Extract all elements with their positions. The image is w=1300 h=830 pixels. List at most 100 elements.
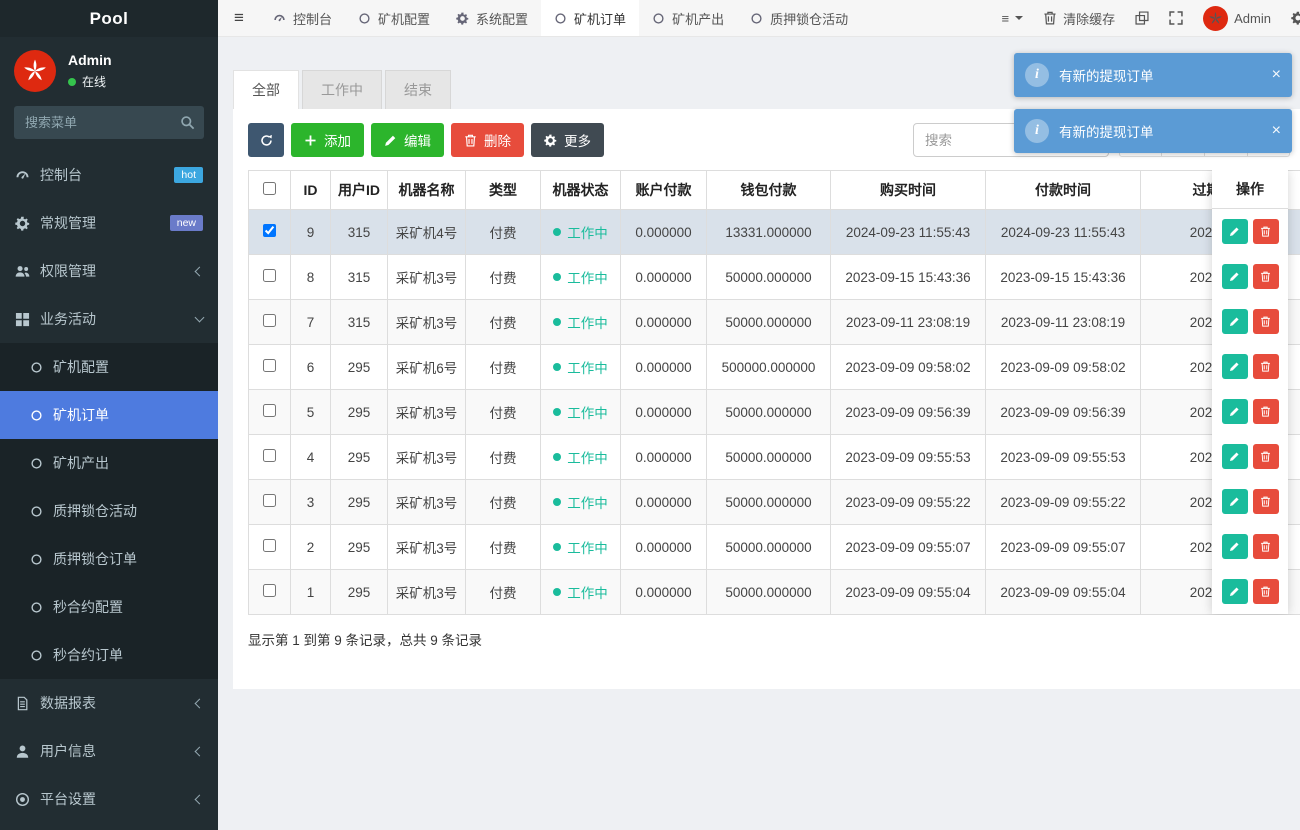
sidebar-subitem[interactable]: 质押锁仓活动 [0, 487, 218, 535]
row-delete-button[interactable] [1253, 399, 1279, 424]
cell-status: 工作中 [541, 480, 621, 525]
table-row[interactable]: 8315采矿机3号付费工作中0.00000050000.0000002023-0… [249, 255, 1300, 300]
sidebar-subitem[interactable]: 矿机订单 [0, 391, 218, 439]
sidebar-item[interactable]: 权限管理 [0, 247, 218, 295]
row-edit-button[interactable] [1222, 534, 1248, 559]
sidebar-item[interactable]: 用户信息 [0, 727, 218, 775]
ops-cell [1212, 254, 1288, 299]
sidebar-subitem[interactable]: 质押锁仓订单 [0, 535, 218, 583]
column-header[interactable]: 账户付款 [621, 171, 707, 210]
row-delete-button[interactable] [1253, 489, 1279, 514]
row-edit-button[interactable] [1222, 489, 1248, 514]
filter-tab[interactable]: 全部 [233, 70, 299, 109]
table-row[interactable]: 4295采矿机3号付费工作中0.00000050000.0000002023-0… [249, 435, 1300, 480]
pages-icon [1135, 11, 1149, 25]
row-delete-button[interactable] [1253, 264, 1279, 289]
chevron-down-icon [195, 313, 205, 323]
filter-tab[interactable]: 结束 [385, 70, 451, 109]
cell-id: 5 [291, 390, 331, 435]
table-row[interactable]: 7315采矿机3号付费工作中0.00000050000.0000002023-0… [249, 300, 1300, 345]
sidebar-item[interactable]: 平台设置 [0, 775, 218, 823]
edit-button[interactable]: 编辑 [371, 123, 444, 157]
tabs-menu-dropdown[interactable]: ≡ [1002, 11, 1024, 26]
row-checkbox[interactable] [263, 494, 276, 507]
table-row[interactable]: 2295采矿机3号付费工作中0.00000050000.0000002023-0… [249, 525, 1300, 570]
column-header[interactable]: 用户ID [331, 171, 388, 210]
table-row[interactable]: 1295采矿机3号付费工作中0.00000050000.0000002023-0… [249, 570, 1300, 615]
column-header[interactable]: 机器状态 [541, 171, 621, 210]
multi-window-button[interactable] [1135, 11, 1149, 25]
topnav-tab[interactable]: 矿机配置 [345, 0, 443, 36]
column-header[interactable]: 付款时间 [986, 171, 1141, 210]
fullscreen-button[interactable] [1169, 11, 1183, 25]
column-header[interactable]: ID [291, 171, 331, 210]
sidebar-subitem[interactable]: 矿机配置 [0, 343, 218, 391]
sidebar-search-input[interactable] [14, 106, 204, 139]
row-checkbox[interactable] [263, 359, 276, 372]
sidebar: Pool Admin 在线 控制台hot常规管理new权限管理业务活动矿机配置矿… [0, 0, 218, 830]
column-header[interactable]: 钱包付款 [707, 171, 831, 210]
row-checkbox[interactable] [263, 314, 276, 327]
sidebar-subitem[interactable]: 秒合约订单 [0, 631, 218, 679]
row-delete-button[interactable] [1253, 354, 1279, 379]
row-checkbox[interactable] [263, 269, 276, 282]
cell-buy_time: 2023-09-09 09:55:07 [831, 525, 986, 570]
sidebar-subitem[interactable]: 秒合约配置 [0, 583, 218, 631]
sidebar-item[interactable]: 控制台hot [0, 151, 218, 199]
refresh-button[interactable] [248, 123, 284, 157]
row-checkbox[interactable] [263, 539, 276, 552]
clear-cache-button[interactable]: 清除缓存 [1043, 9, 1115, 28]
cell-id: 1 [291, 570, 331, 615]
column-header[interactable]: 类型 [466, 171, 541, 210]
sidebar-item[interactable]: 数据报表 [0, 679, 218, 727]
row-delete-button[interactable] [1253, 219, 1279, 244]
close-icon[interactable]: × [1272, 67, 1281, 83]
topnav-tab[interactable]: 控制台 [260, 0, 345, 36]
row-edit-button[interactable] [1222, 579, 1248, 604]
filter-tab[interactable]: 工作中 [302, 70, 382, 109]
row-edit-button[interactable] [1222, 219, 1248, 244]
row-delete-button[interactable] [1253, 444, 1279, 469]
row-edit-button[interactable] [1222, 399, 1248, 424]
settings-button[interactable] [1291, 11, 1300, 25]
sidebar-toggle-button[interactable]: ≡ [218, 0, 260, 36]
row-checkbox[interactable] [263, 449, 276, 462]
row-edit-button[interactable] [1222, 444, 1248, 469]
cell-account_pay: 0.000000 [621, 345, 707, 390]
table-row[interactable]: 9315采矿机4号付费工作中0.00000013331.0000002024-0… [249, 210, 1300, 255]
sidebar-item[interactable]: 业务活动 [0, 295, 218, 343]
select-all-checkbox[interactable] [263, 182, 276, 195]
topnav-tab[interactable]: 系统配置 [443, 0, 541, 36]
table-row[interactable]: 5295采矿机3号付费工作中0.00000050000.0000002023-0… [249, 390, 1300, 435]
row-edit-button[interactable] [1222, 354, 1248, 379]
sidebar-subitem[interactable]: 矿机产出 [0, 439, 218, 487]
column-header[interactable]: 购买时间 [831, 171, 986, 210]
ops-column: 操作 [1212, 170, 1288, 614]
row-checkbox[interactable] [263, 584, 276, 597]
row-edit-button[interactable] [1222, 264, 1248, 289]
topnav-tab[interactable]: 矿机订单 [541, 0, 639, 36]
topnav-tab[interactable]: 质押锁仓活动 [737, 0, 861, 36]
select-all-header [249, 171, 291, 210]
column-header[interactable]: 机器名称 [388, 171, 466, 210]
ops-cell [1212, 434, 1288, 479]
admin-menu[interactable]: Admin [1203, 6, 1271, 31]
delete-button[interactable]: 删除 [451, 123, 524, 157]
close-icon[interactable]: × [1272, 123, 1281, 139]
more-button[interactable]: 更多 [531, 123, 604, 157]
sidebar-subitem-label: 矿机订单 [53, 405, 109, 425]
cell-pay_time: 2023-09-11 23:08:19 [986, 300, 1141, 345]
row-checkbox[interactable] [263, 224, 276, 237]
row-checkbox[interactable] [263, 404, 276, 417]
cell-user_id: 295 [331, 435, 388, 480]
row-delete-button[interactable] [1253, 309, 1279, 334]
row-delete-button[interactable] [1253, 534, 1279, 559]
sidebar-item[interactable]: 常规管理new [0, 199, 218, 247]
row-delete-button[interactable] [1253, 579, 1279, 604]
table-row[interactable]: 6295采矿机6号付费工作中0.000000500000.0000002023-… [249, 345, 1300, 390]
add-button[interactable]: 添加 [291, 123, 364, 157]
topnav-tab[interactable]: 矿机产出 [639, 0, 737, 36]
table-row[interactable]: 3295采矿机3号付费工作中0.00000050000.0000002023-0… [249, 480, 1300, 525]
row-edit-button[interactable] [1222, 309, 1248, 334]
user-status: 在线 [68, 73, 112, 90]
